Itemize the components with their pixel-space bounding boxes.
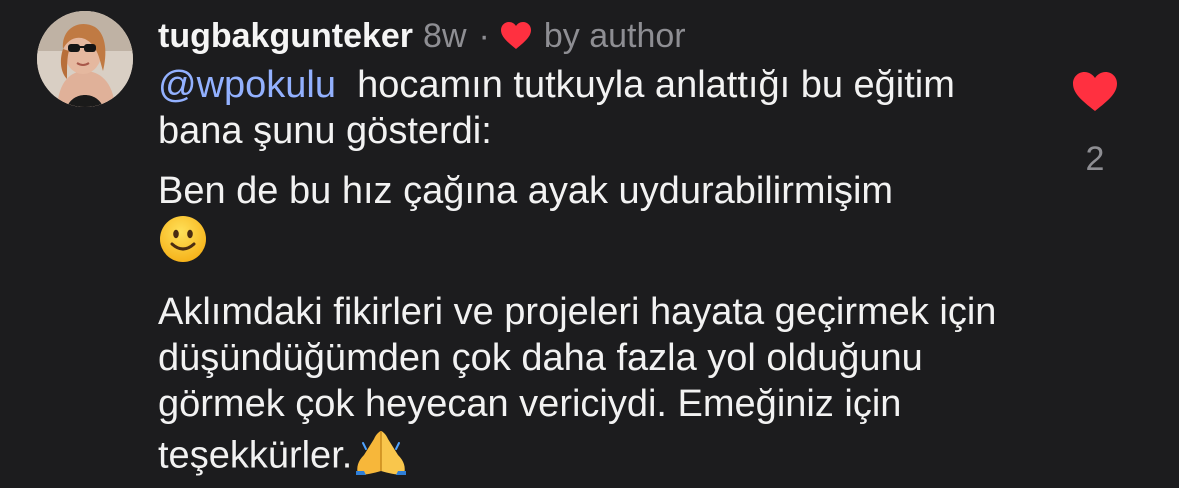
separator: · <box>478 16 490 55</box>
comment-paragraph-1: @wpokulu hocamın tutkuyla anlattığı bu e… <box>158 62 1038 154</box>
like-count[interactable]: 2 <box>1080 140 1110 179</box>
comment-body: tugbakgunteker 8w · by author @wpokulu h… <box>158 10 1038 488</box>
folded-hands-emoji <box>352 427 410 488</box>
like-heart-icon[interactable] <box>1072 71 1118 113</box>
comment-paragraph-3: Aklımdaki fikirleri ve projeleri hayata … <box>158 289 1038 488</box>
slightly-smiling-face-emoji <box>158 214 208 275</box>
comment-paragraph-2: Ben de bu hız çağına ayak uydurabilirmiş… <box>158 168 1038 275</box>
avatar[interactable] <box>37 11 133 107</box>
comment-text-part: Aklımdaki fikirleri ve projeleri hayata … <box>158 291 997 477</box>
heart-icon <box>500 21 532 51</box>
username[interactable]: tugbakgunteker <box>158 17 413 56</box>
comment-meta: tugbakgunteker 8w · by author <box>158 10 1038 62</box>
mention-link[interactable]: @wpokulu <box>158 64 336 106</box>
comment-text: @wpokulu hocamın tutkuyla anlattığı bu e… <box>158 62 1038 488</box>
liked-by-author-label: by author <box>543 16 686 55</box>
comment-text-part: Ben de bu hız çağına ayak uydurabilirmiş… <box>158 170 894 212</box>
timestamp: 8w <box>423 16 467 55</box>
